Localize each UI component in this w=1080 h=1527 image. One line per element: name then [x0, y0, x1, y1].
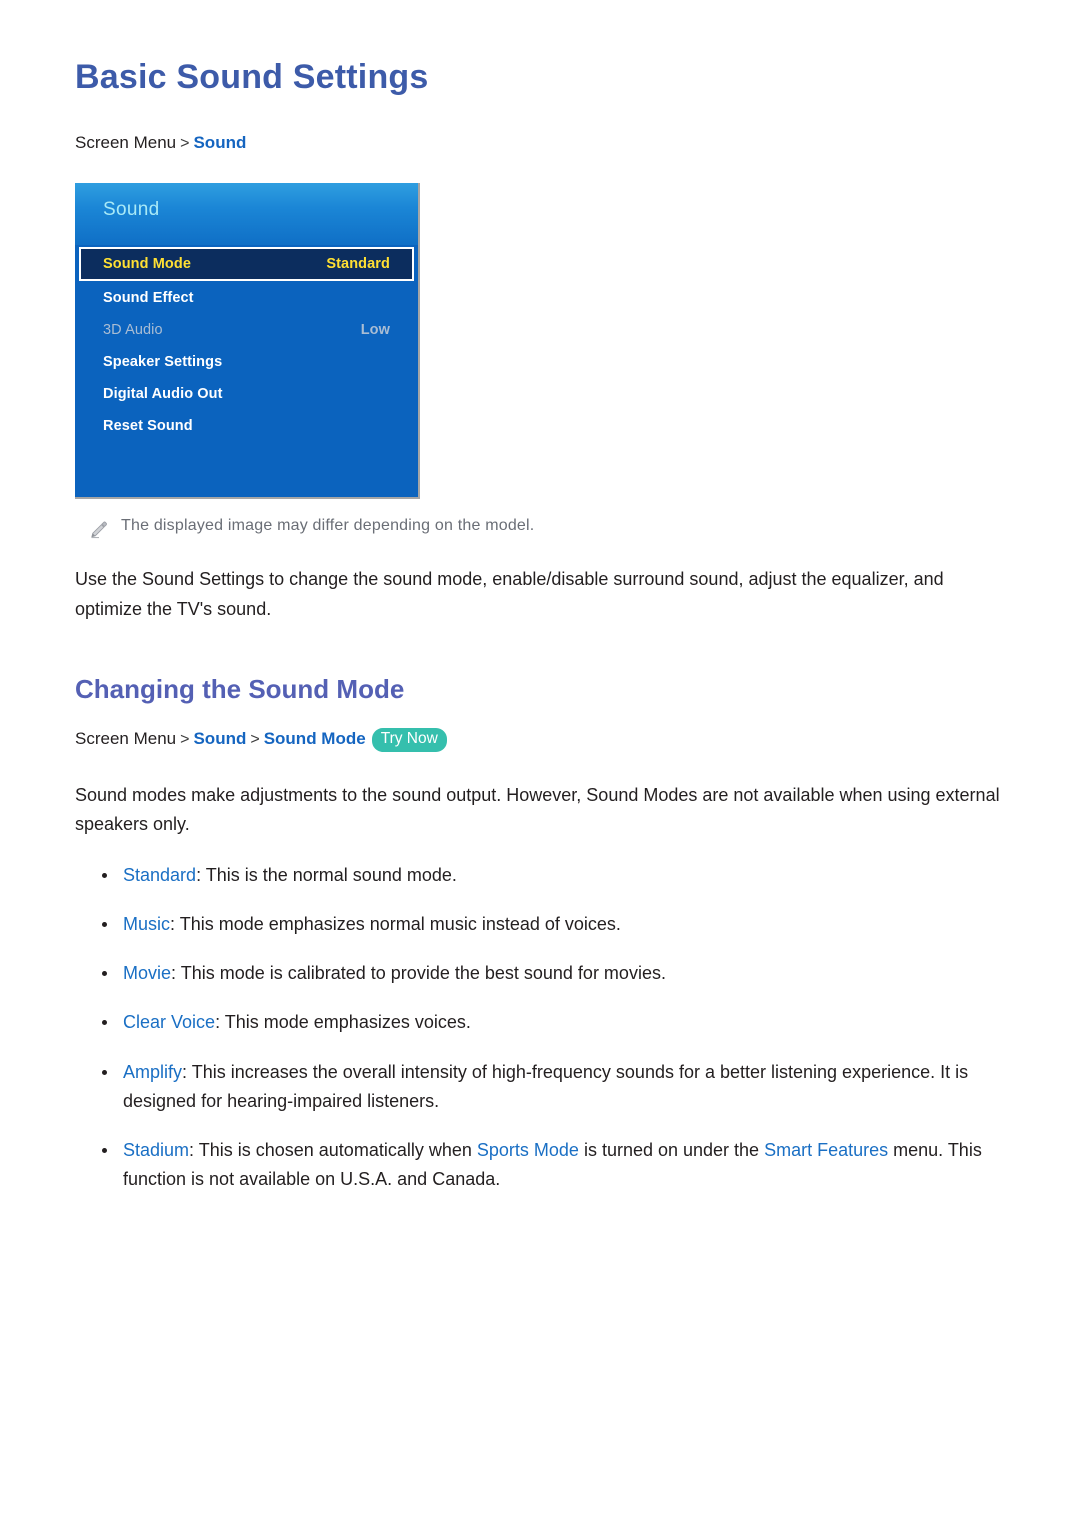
model-note: The displayed image may differ depending…	[89, 517, 1005, 539]
model-note-text: The displayed image may differ depending…	[121, 517, 535, 535]
tv-menu-item-3d-audio: 3D Audio Low	[75, 314, 418, 346]
list-item: Standard: This is the normal sound mode.	[75, 861, 1005, 890]
try-now-badge[interactable]: Try Now	[371, 727, 447, 752]
tv-menu-item-label: 3D Audio	[103, 322, 163, 339]
tv-menu-item-label: Sound Mode	[103, 256, 191, 273]
tv-menu-item-speaker-settings[interactable]: Speaker Settings	[75, 346, 418, 378]
tv-menu-panel: Sound Sound Mode Standard Sound Effect 3…	[75, 183, 420, 500]
tv-menu-item-label: Sound Effect	[103, 290, 194, 307]
list-item-term: Standard	[123, 864, 197, 885]
pencil-icon	[91, 522, 107, 539]
inline-link-smart-features[interactable]: Smart Features	[764, 1140, 888, 1160]
intro-paragraph: Use the Sound Settings to change the sou…	[75, 569, 944, 619]
breadcrumb-separator-icon: >	[250, 730, 260, 748]
tv-menu-item-label: Digital Audio Out	[103, 386, 223, 403]
section-title-changing-sound-mode: Changing the Sound Mode	[75, 673, 405, 704]
list-item-term: Music	[123, 914, 171, 935]
page-title: Basic Sound Settings	[75, 58, 429, 96]
breadcrumb-root: Screen Menu	[75, 133, 177, 153]
list-item-text: This is the normal sound mode.	[201, 864, 457, 885]
tv-menu-item-sound-effect[interactable]: Sound Effect	[75, 282, 418, 314]
tv-menu-item-digital-audio-out[interactable]: Digital Audio Out	[75, 378, 418, 410]
list-item: Amplify: This increases the overall inte…	[75, 1058, 1005, 1116]
sound-mode-list: Standard: This is the normal sound mode.…	[75, 861, 1005, 1194]
tv-menu-list: Sound Mode Standard Sound Effect 3D Audi…	[75, 247, 418, 442]
list-item: Stadium: This is chosen automatically wh…	[75, 1136, 1005, 1194]
tv-menu-item-label: Reset Sound	[103, 418, 193, 435]
breadcrumb-separator-icon: >	[180, 135, 190, 153]
list-item-text: This increases the overall intensity of …	[123, 1061, 969, 1111]
list-item-term: Stadium	[123, 1139, 190, 1160]
tv-menu-item-reset-sound[interactable]: Reset Sound	[75, 410, 418, 442]
tv-menu-item-value: Low	[360, 322, 390, 339]
list-item-text: This mode is calibrated to provide the b…	[176, 963, 666, 984]
tv-menu-screenshot: Sound Sound Mode Standard Sound Effect 3…	[75, 183, 423, 500]
list-item-text: This mode emphasizes normal music instea…	[175, 914, 621, 935]
list-item-term: Amplify	[123, 1061, 183, 1082]
inline-link-sports-mode[interactable]: Sports Mode	[477, 1140, 579, 1160]
tv-menu-item-value: Standard	[326, 256, 390, 273]
breadcrumb-link-sound-mode[interactable]: Sound Mode	[264, 729, 366, 748]
list-item: Movie: This mode is calibrated to provid…	[75, 959, 1005, 988]
list-item-text: This mode emphasizes voices.	[220, 1012, 471, 1033]
tv-menu-item-sound-mode[interactable]: Sound Mode Standard	[79, 247, 414, 282]
list-item: Clear Voice: This mode emphasizes voices…	[75, 1008, 1005, 1037]
tv-menu-item-label: Speaker Settings	[103, 354, 223, 371]
document-page: Basic Sound Settings Screen Menu > Sound S…	[0, 0, 1080, 1194]
breadcrumb-link-sound[interactable]: Sound	[193, 729, 246, 748]
list-item-text: is turned on under the	[578, 1139, 765, 1160]
tv-menu-header-title: Sound	[103, 199, 160, 221]
breadcrumb-top: Screen Menu > Sound	[75, 131, 1005, 155]
breadcrumb-root: Screen Menu	[75, 728, 177, 748]
list-item-term: Clear Voice	[123, 1012, 216, 1033]
list-item: Music: This mode emphasizes normal music…	[75, 910, 1005, 939]
breadcrumb-section: Screen Menu > Sound > Sound Mode Try Now	[75, 727, 1005, 753]
breadcrumb-link-sound[interactable]: Sound	[193, 133, 246, 152]
tv-menu-header: Sound	[75, 183, 418, 246]
breadcrumb-separator-icon: >	[180, 730, 190, 748]
list-item-text: This is chosen automatically when	[194, 1139, 477, 1160]
tv-menu-selected-row-wrap: Sound Mode Standard	[79, 247, 414, 282]
list-item-term: Movie	[123, 963, 172, 984]
section-lead-paragraph: Sound modes make adjustments to the soun…	[75, 784, 1000, 834]
